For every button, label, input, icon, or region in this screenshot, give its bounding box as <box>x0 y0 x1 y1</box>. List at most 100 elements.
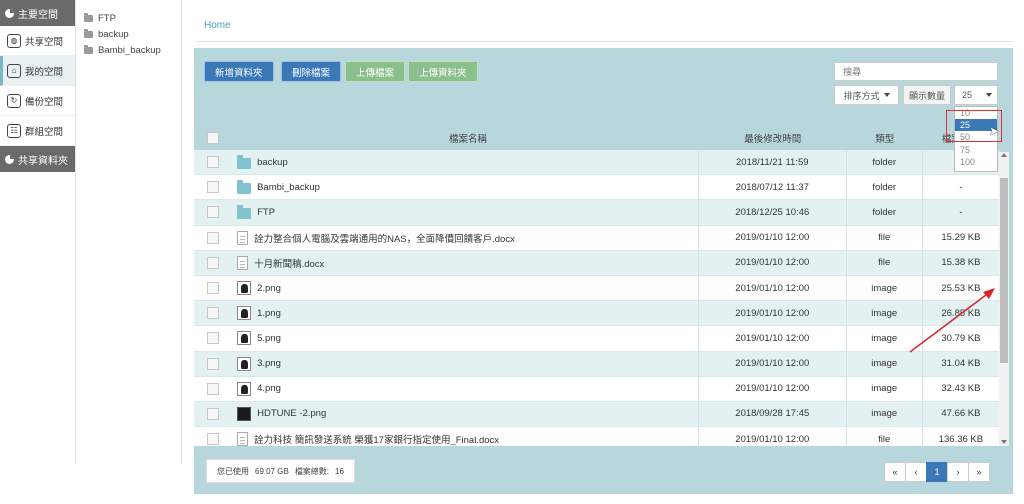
date-cell: 2019/01/10 12:00 <box>699 301 847 326</box>
scroll-down-icon[interactable] <box>1001 440 1007 444</box>
file-name[interactable]: 2.png <box>257 283 281 294</box>
file-name[interactable]: FTP <box>257 207 275 218</box>
row-checkbox[interactable] <box>207 382 220 395</box>
row-checkbox[interactable] <box>207 307 220 320</box>
left-nav: 主要空間 ◍ 共享空間 ⌂ 我的空間 ↻ 備份空間 ☷ 群組空間 共享資料夾 <box>0 0 76 464</box>
table-row[interactable]: 十月新聞稿.docx 2019/01/10 12:00 file 15.38 KB <box>194 250 999 276</box>
breadcrumb[interactable]: Home <box>204 20 231 31</box>
file-name[interactable]: 詮力整合個人電腦及雲端通用的NAS，全面降價回饋客戶.docx <box>254 231 515 245</box>
nav-item-label: 群組空間 <box>25 126 64 138</box>
delete-files-button[interactable]: 刪除檔案 <box>282 62 341 81</box>
row-checkbox[interactable] <box>207 206 220 219</box>
folder-icon <box>237 154 252 169</box>
size-cell: - <box>959 206 963 218</box>
table-row[interactable]: 詮力科技 簡訊發送系統 榮獲17家銀行指定使用_Final.docx 2019/0… <box>194 427 999 446</box>
nav-item[interactable]: ⌂ 我的空間 <box>0 56 75 86</box>
tree-item[interactable]: backup <box>76 26 181 42</box>
type-cell: folder <box>847 150 923 175</box>
name-cell[interactable]: 1.png <box>232 301 699 326</box>
name-cell[interactable]: HDTUNE -2.png <box>232 401 699 427</box>
row-checkbox[interactable] <box>207 231 220 244</box>
header-date[interactable]: 最後修改時間 <box>699 126 847 150</box>
table-row[interactable]: Bambi_backup 2018/07/12 11:37 folder - <box>194 175 999 201</box>
file-name[interactable]: 3.png <box>257 358 281 369</box>
nav-item[interactable]: ↻ 備份空間 <box>0 86 75 116</box>
size-cell: - <box>959 181 963 193</box>
name-cell[interactable]: 3.png <box>232 351 699 376</box>
row-checkbox-cell <box>194 382 232 395</box>
name-cell[interactable]: FTP <box>232 200 699 225</box>
table-row[interactable]: FTP 2018/12/25 10:46 folder - <box>194 200 999 226</box>
new-folder-button[interactable]: 新增資料夾 <box>205 62 273 81</box>
table-row[interactable]: 2.png 2019/01/10 12:00 image 25.53 KB <box>194 275 999 302</box>
table-row[interactable]: 3.png 2019/01/10 12:00 image 31.04 KB <box>194 351 999 377</box>
file-name[interactable]: 1.png <box>257 308 281 319</box>
file-name[interactable]: 5.png <box>257 333 281 344</box>
last-page-button[interactable]: » <box>968 462 990 482</box>
prev-page-button[interactable]: ‹ <box>905 462 927 482</box>
table-row[interactable]: 1.png2019/01/10 12:00image26.85 KB <box>194 301 999 327</box>
header-name[interactable]: 檔案名稱 <box>232 126 699 150</box>
select-all-checkbox[interactable] <box>207 132 220 144</box>
row-checkbox[interactable] <box>207 357 220 370</box>
header-type[interactable]: 類型 <box>847 126 923 150</box>
next-page-button[interactable]: › <box>947 462 969 482</box>
name-cell[interactable]: backup <box>232 150 699 175</box>
file-name[interactable]: backup <box>257 157 288 168</box>
nav-header-shared[interactable]: 共享資料夾 <box>0 146 75 172</box>
tree-item[interactable]: Bambi_backup <box>76 42 181 58</box>
table-scrollbar[interactable] <box>999 152 1009 446</box>
table-row[interactable]: 4.png 2019/01/10 12:00 image 32.43 KB <box>194 376 999 402</box>
first-page-button[interactable]: « <box>884 462 906 482</box>
search-input[interactable] <box>834 62 998 81</box>
file-name[interactable]: Bambi_backup <box>257 182 320 193</box>
row-checkbox[interactable] <box>207 407 220 420</box>
document-icon <box>237 432 249 446</box>
table-body: backup2018/11/21 11:59folder- Bambi_backu… <box>194 150 999 446</box>
pie-icon <box>5 8 14 18</box>
nav-shared-label: 共享資料夾 <box>18 155 68 167</box>
table-row[interactable]: 5.png 2019/01/10 12:00 image 30.79 KB <box>194 326 999 352</box>
name-cell[interactable]: 詮力科技 簡訊發送系統 榮獲17家銀行指定使用_Final.docx <box>232 427 699 446</box>
type-cell: folder <box>847 175 923 200</box>
mouse-cursor-icon: ➤ <box>989 124 1000 138</box>
nav-header-main[interactable]: 主要空間 <box>0 0 75 26</box>
row-checkbox[interactable] <box>207 256 220 269</box>
divider <box>196 41 1013 42</box>
row-checkbox-cell <box>194 332 232 345</box>
used-label: 您已使用 <box>217 466 249 476</box>
nav-item[interactable]: ◍ 共享空間 <box>0 26 75 56</box>
upload-folder-button[interactable]: 上傳資料夾 <box>409 62 477 81</box>
name-cell[interactable]: 十月新聞稿.docx <box>232 250 699 275</box>
file-name[interactable]: 詮力科技 簡訊發送系統 榮獲17家銀行指定使用_Final.docx <box>254 432 499 446</box>
name-cell[interactable]: 4.png <box>232 376 699 401</box>
file-name[interactable]: 4.png <box>257 383 281 394</box>
name-cell[interactable]: 5.png <box>232 326 699 351</box>
upload-file-button[interactable]: 上傳檔案 <box>346 62 405 81</box>
row-checkbox[interactable] <box>207 332 220 345</box>
name-cell[interactable]: 詮力整合個人電腦及雲端通用的NAS，全面降價回饋客戶.docx <box>232 225 699 250</box>
table-row[interactable]: HDTUNE -2.png 2018/09/28 17:45 image 47.66 … <box>194 401 999 428</box>
row-checkbox[interactable] <box>207 181 220 194</box>
file-name[interactable]: 十月新聞稿.docx <box>254 256 324 270</box>
dropdown-option[interactable]: 75 <box>955 144 997 156</box>
row-checkbox[interactable] <box>207 156 220 169</box>
nav-item[interactable]: ☷ 群組空間 <box>0 116 75 146</box>
image-icon <box>237 281 252 296</box>
table-row[interactable]: backup2018/11/21 11:59folder- <box>194 150 999 176</box>
row-checkbox[interactable] <box>207 282 220 295</box>
scroll-up-icon[interactable] <box>1001 153 1007 157</box>
nav-items: ◍ 共享空間 ⌂ 我的空間 ↻ 備份空間 ☷ 群組空間 <box>0 26 75 146</box>
file-name[interactable]: HDTUNE -2.png <box>257 408 326 419</box>
table-row[interactable]: 詮力整合個人電腦及雲端通用的NAS，全面降價回饋客戶.docx 2019/01/1… <box>194 225 999 251</box>
page-1-button[interactable]: 1 <box>926 462 948 482</box>
type-cell: image <box>847 376 923 401</box>
tree-item[interactable]: FTP <box>76 10 181 26</box>
name-cell[interactable]: Bambi_backup <box>232 175 699 200</box>
scroll-thumb[interactable] <box>1000 178 1008 363</box>
row-checkbox[interactable] <box>207 433 220 446</box>
sort-button[interactable]: 排序方式 <box>834 85 899 105</box>
name-cell[interactable]: 2.png <box>232 275 699 301</box>
dropdown-option[interactable]: 100 <box>955 156 997 168</box>
show-count-select[interactable]: 25 <box>954 85 998 105</box>
